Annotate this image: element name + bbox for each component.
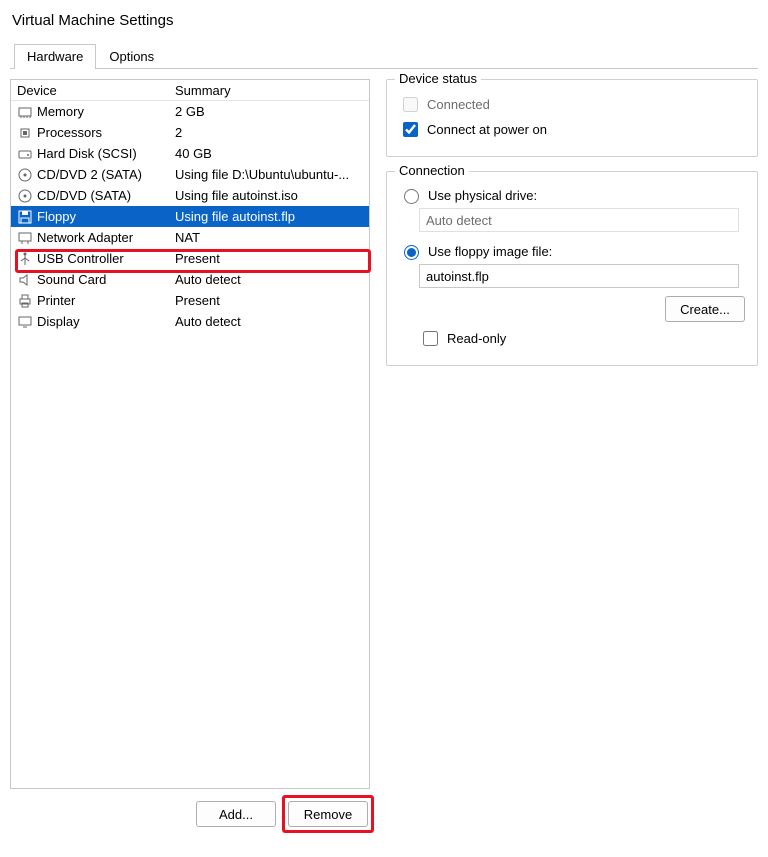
device-summary: Using file autoinst.flp <box>175 209 365 224</box>
connection-buttons: Create... <box>399 296 745 322</box>
floppy-icon <box>17 209 33 225</box>
device-summary: Auto detect <box>175 314 365 329</box>
memory-icon <box>17 104 33 120</box>
device-row-floppy[interactable]: Floppy Using file autoinst.flp <box>11 206 369 227</box>
group-title-status: Device status <box>395 71 481 86</box>
device-summary: Auto detect <box>175 272 365 287</box>
use-image-radio[interactable] <box>404 245 419 260</box>
device-name: Hard Disk (SCSI) <box>37 146 137 161</box>
device-list-header: Device Summary <box>11 80 369 101</box>
connect-poweron-row[interactable]: Connect at power on <box>399 119 745 140</box>
device-summary: 40 GB <box>175 146 365 161</box>
device-list[interactable]: Device Summary Memory 2 GB Processors 2 Hard… <box>10 79 370 789</box>
sound-icon <box>17 272 33 288</box>
device-name: Printer <box>37 293 75 308</box>
device-summary: 2 <box>175 125 365 140</box>
tab-hardware[interactable]: Hardware <box>14 44 96 69</box>
connect-poweron-label: Connect at power on <box>427 122 547 137</box>
connect-poweron-checkbox[interactable] <box>403 122 418 137</box>
device-row-display[interactable]: Display Auto detect <box>11 311 369 332</box>
device-name: Memory <box>37 104 84 119</box>
use-image-label: Use floppy image file: <box>428 244 552 259</box>
device-row-hdd[interactable]: Hard Disk (SCSI) 40 GB <box>11 143 369 164</box>
add-button[interactable]: Add... <box>196 801 276 827</box>
readonly-checkbox[interactable] <box>423 331 438 346</box>
window-title: Virtual Machine Settings <box>12 12 758 29</box>
device-row-cpu[interactable]: Processors 2 <box>11 122 369 143</box>
device-detail-pane: Device status Connected Connect at power… <box>386 79 758 827</box>
image-file-field-wrap <box>419 264 745 288</box>
cpu-icon <box>17 125 33 141</box>
hdd-icon <box>17 146 33 162</box>
device-list-footer: Add... Remove <box>10 789 370 827</box>
device-summary: 2 GB <box>175 104 365 119</box>
tab-body: Device Summary Memory 2 GB Processors 2 Hard… <box>10 69 758 827</box>
device-summary: Present <box>175 251 365 266</box>
connected-checkbox-row[interactable]: Connected <box>399 94 745 115</box>
device-row-sound[interactable]: Sound Card Auto detect <box>11 269 369 290</box>
use-image-row[interactable]: Use floppy image file: <box>399 242 745 260</box>
device-row-disc[interactable]: CD/DVD (SATA) Using file autoinst.iso <box>11 185 369 206</box>
readonly-row[interactable]: Read-only <box>419 328 745 349</box>
device-row-memory[interactable]: Memory 2 GB <box>11 101 369 122</box>
device-summary: NAT <box>175 230 365 245</box>
device-name: Floppy <box>37 209 76 224</box>
device-name: USB Controller <box>37 251 124 266</box>
use-physical-row[interactable]: Use physical drive: <box>399 186 745 204</box>
header-device: Device <box>15 83 175 98</box>
device-name: Display <box>37 314 80 329</box>
physical-drive-field[interactable] <box>419 208 739 232</box>
remove-highlight: Remove <box>288 801 368 827</box>
hardware-left-pane: Device Summary Memory 2 GB Processors 2 Hard… <box>10 79 370 827</box>
vm-settings-window: Virtual Machine Settings Hardware Option… <box>0 0 768 835</box>
group-title-connection: Connection <box>395 163 469 178</box>
group-connection: Connection Use physical drive: Use flopp… <box>386 171 758 366</box>
disc-icon <box>17 188 33 204</box>
tabstrip: Hardware Options <box>10 43 758 69</box>
remove-button[interactable]: Remove <box>288 801 368 827</box>
net-icon <box>17 230 33 246</box>
device-name: Sound Card <box>37 272 106 287</box>
device-name: Network Adapter <box>37 230 133 245</box>
disc-icon <box>17 167 33 183</box>
create-button[interactable]: Create... <box>665 296 745 322</box>
physical-drive-field-wrap <box>419 208 745 232</box>
device-row-disc[interactable]: CD/DVD 2 (SATA) Using file D:\Ubuntu\ubun… <box>11 164 369 185</box>
device-name: Processors <box>37 125 102 140</box>
usb-icon <box>17 251 33 267</box>
device-name: CD/DVD 2 (SATA) <box>37 167 142 182</box>
device-name: CD/DVD (SATA) <box>37 188 131 203</box>
device-row-printer[interactable]: Printer Present <box>11 290 369 311</box>
tab-options[interactable]: Options <box>96 44 167 69</box>
use-physical-label: Use physical drive: <box>428 188 537 203</box>
printer-icon <box>17 293 33 309</box>
group-device-status: Device status Connected Connect at power… <box>386 79 758 157</box>
use-physical-radio[interactable] <box>404 189 419 204</box>
device-row-usb[interactable]: USB Controller Present <box>11 248 369 269</box>
device-summary: Using file autoinst.iso <box>175 188 365 203</box>
connected-label: Connected <box>427 97 490 112</box>
header-summary: Summary <box>175 83 365 98</box>
connected-checkbox[interactable] <box>403 97 418 112</box>
readonly-label: Read-only <box>447 331 506 346</box>
image-file-field[interactable] <box>419 264 739 288</box>
device-summary: Using file D:\Ubuntu\ubuntu-... <box>175 167 365 182</box>
device-row-net[interactable]: Network Adapter NAT <box>11 227 369 248</box>
device-summary: Present <box>175 293 365 308</box>
display-icon <box>17 314 33 330</box>
